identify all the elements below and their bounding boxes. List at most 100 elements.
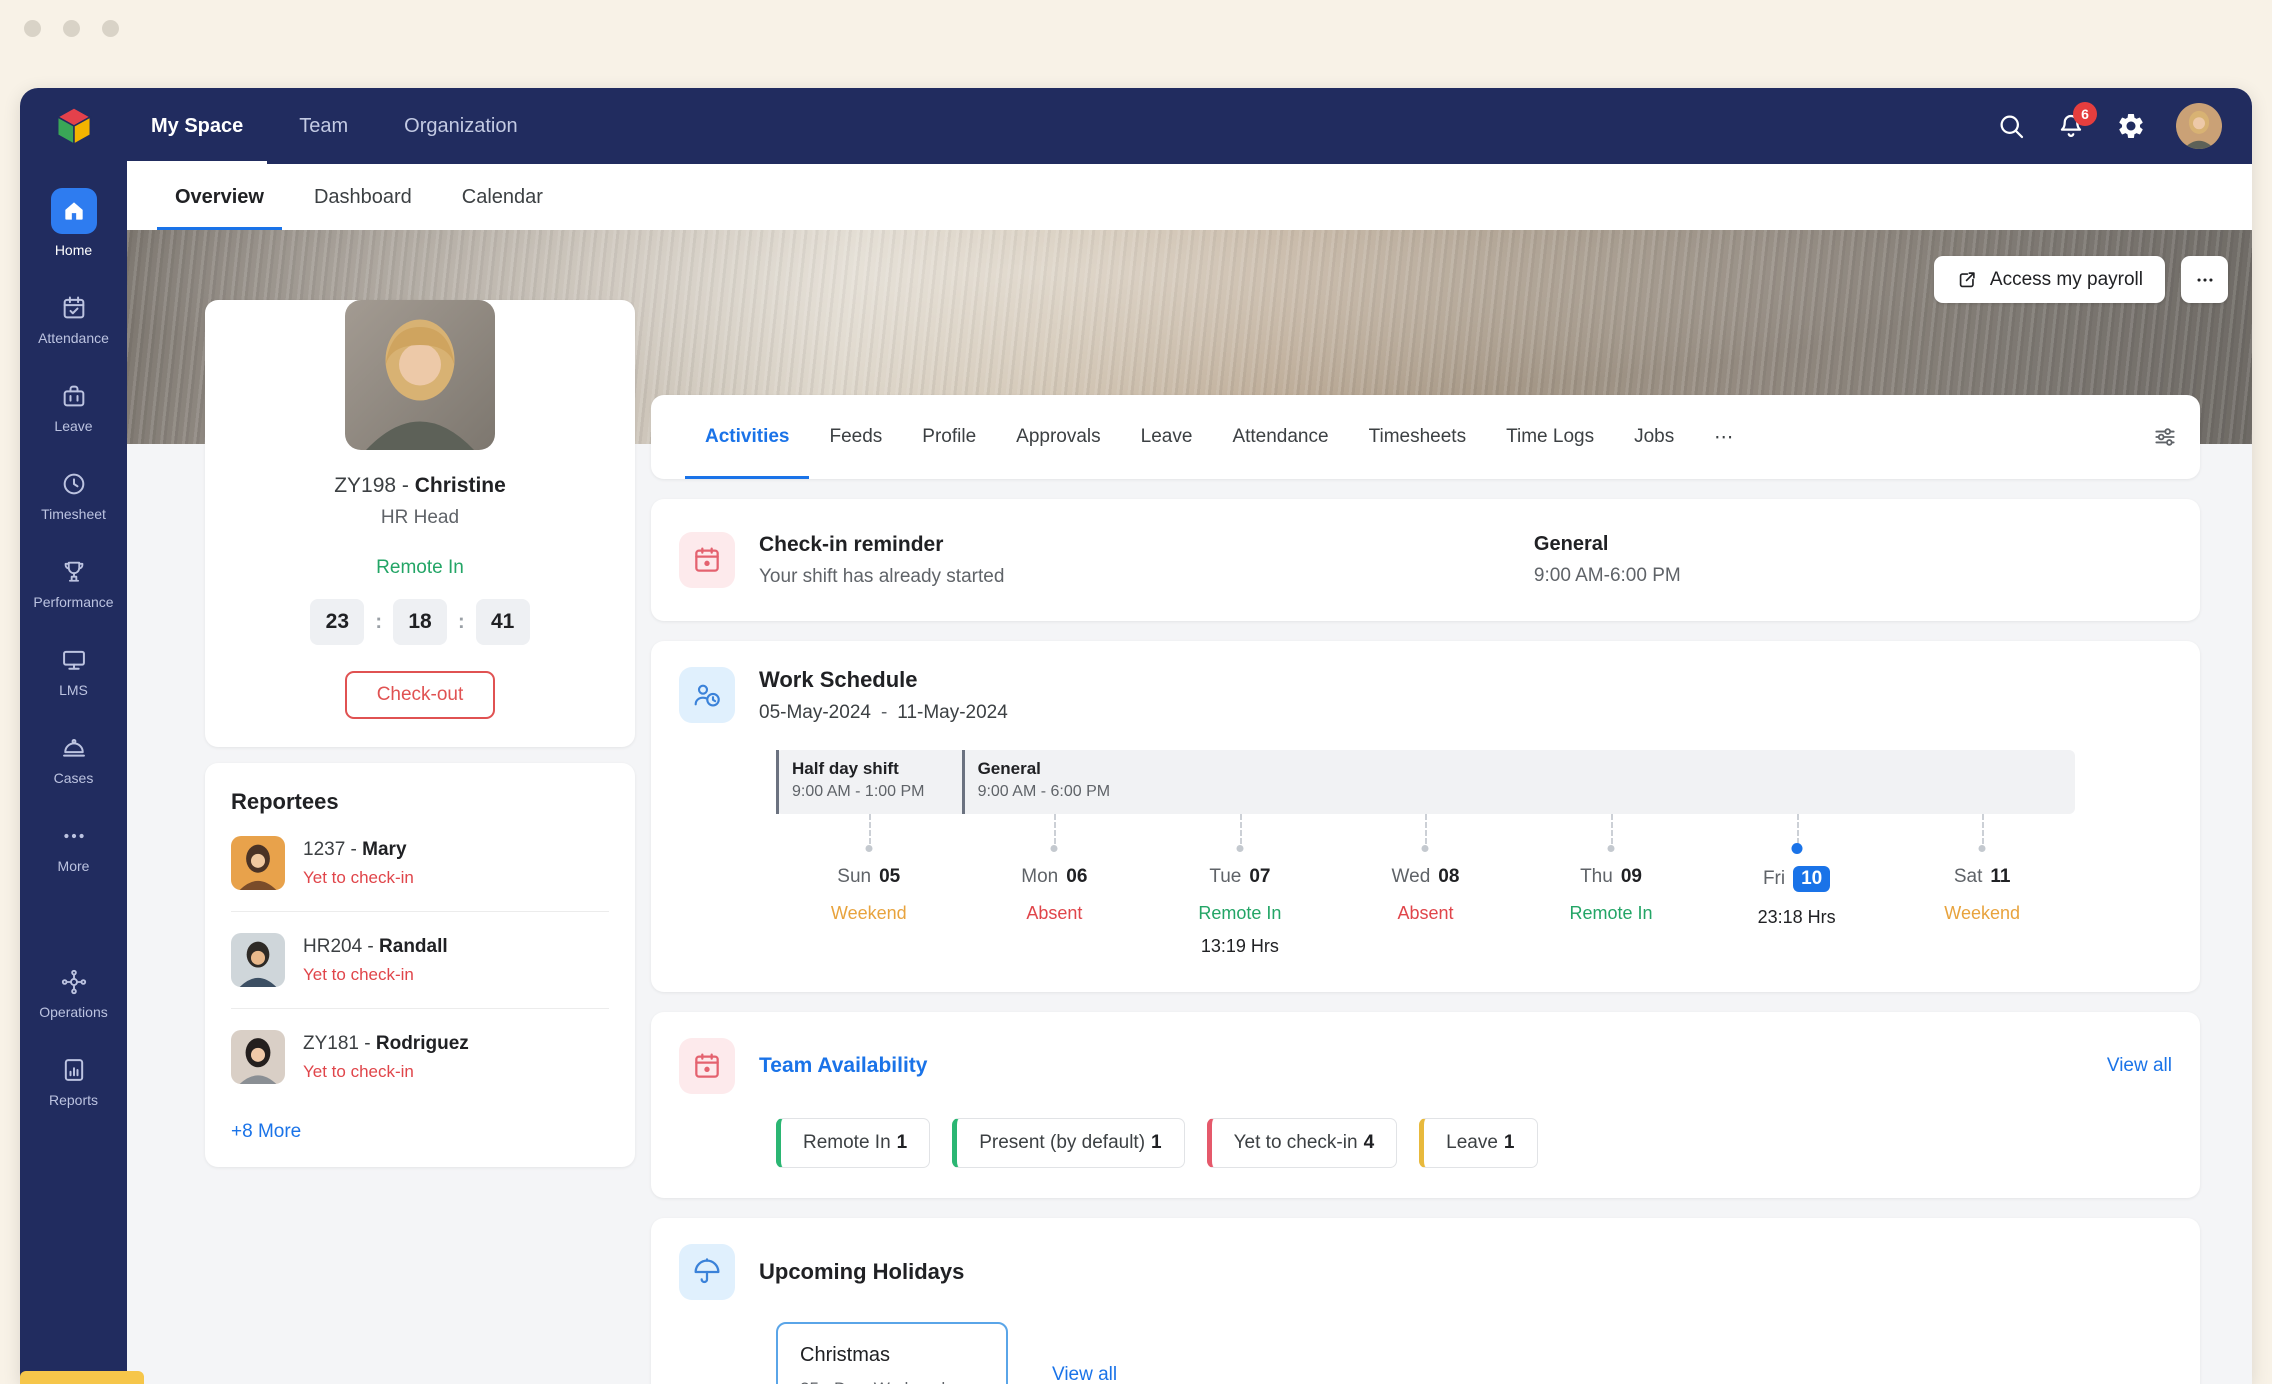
tab-calendar[interactable]: Calendar (444, 164, 561, 230)
shift-segment-time: 9:00 AM - 1:00 PM (792, 783, 925, 800)
sidebar-item-attendance[interactable]: Attendance (20, 294, 127, 346)
tab-label: Dashboard (313, 185, 412, 208)
notifications-bell-icon[interactable]: 6 (2056, 102, 2097, 141)
day-date: 06 (1066, 866, 1088, 887)
schedule-day-sat[interactable]: Sat 11 Weekend (1889, 814, 2075, 962)
shift-name: General (1533, 533, 1609, 555)
banner-more-button[interactable] (2181, 256, 2228, 303)
sidebar-item-performance[interactable]: Performance (20, 558, 127, 610)
tab-feeds[interactable]: Feeds (809, 395, 902, 479)
chip-count: 1 (1151, 1132, 1162, 1153)
reportee-avatar (231, 933, 285, 987)
tab-profile[interactable]: Profile (902, 395, 996, 479)
sidebar-item-label: Attendance (38, 330, 109, 346)
sidebar-item-lms[interactable]: LMS (20, 646, 127, 698)
tab-time-logs[interactable]: Time Logs (1486, 395, 1614, 479)
tab-team[interactable]: Team (275, 88, 372, 164)
day-name: Tue (1209, 866, 1242, 887)
tabs-overflow-button[interactable]: ⋯ (1694, 395, 1753, 479)
chip-label: Present (by default) (979, 1132, 1146, 1153)
tab-label: Attendance (1232, 426, 1329, 447)
reportee-status: Yet to check-in (303, 964, 414, 984)
sidebar: Home Attendance Leave Timesheet Performa… (20, 164, 127, 1384)
tab-jobs[interactable]: Jobs (1614, 395, 1694, 479)
reportee-row[interactable]: ZY181 - Rodriguez Yet to check-in (231, 1009, 609, 1105)
reportee-name: Mary (362, 838, 407, 860)
sidebar-item-more[interactable]: More (20, 822, 127, 874)
settings-gear-icon[interactable] (2116, 111, 2146, 141)
schedule-day-wed[interactable]: Wed 08 Absent (1333, 814, 1519, 962)
sidebar-item-timesheet[interactable]: Timesheet (20, 470, 127, 522)
shift-segment-name: General (977, 759, 1041, 778)
sidebar-item-reports[interactable]: Reports (20, 1056, 127, 1108)
reportee-row[interactable]: HR204 - Randall Yet to check-in (231, 912, 609, 1009)
sidebar-item-label: Cases (53, 770, 94, 786)
tab-label: Overview (175, 185, 264, 208)
schedule-day-sun[interactable]: Sun 05 Weekend (776, 814, 962, 962)
reportee-id: ZY181 - (303, 1032, 376, 1054)
chip-leave[interactable]: Leave 1 (1419, 1118, 1538, 1168)
top-navigation-bar: My Space Team Organization 6 (20, 88, 2252, 164)
timeline-dash (1796, 814, 1799, 844)
shift-segment[interactable]: Half day shift 9:00 AM - 1:00 PM (776, 750, 962, 814)
tab-label: Feeds (829, 426, 883, 447)
sidebar-item-home[interactable]: Home (20, 188, 127, 258)
chip-remote-in[interactable]: Remote In 1 (776, 1118, 931, 1168)
timeline-dot (1978, 845, 1986, 852)
holiday-card-christmas[interactable]: Christmas 25 - Dec, Wednesday (776, 1322, 1008, 1384)
reportee-row[interactable]: 1237 - Mary Yet to check-in (231, 815, 609, 912)
window-control-dot[interactable] (24, 20, 41, 37)
reportees-more-link[interactable]: +8 More (231, 1121, 301, 1143)
home-icon (50, 188, 97, 234)
reportee-avatar (231, 836, 285, 890)
sidebar-item-label: More (57, 858, 90, 874)
sidebar-item-label: LMS (59, 682, 88, 698)
day-date: 07 (1249, 866, 1271, 887)
chip-yet-to-check-in[interactable]: Yet to check-in 4 (1206, 1118, 1398, 1168)
search-icon[interactable] (1996, 111, 2026, 141)
tab-approvals[interactable]: Approvals (996, 395, 1121, 479)
sidebar-item-cases[interactable]: Cases (20, 734, 127, 786)
schedule-day-fri-today[interactable]: Fri 10 23:18 Hrs (1704, 814, 1890, 962)
tab-overview[interactable]: Overview (157, 164, 282, 230)
profile-card: ZY198 - Christine HR Head Remote In 23 :… (205, 300, 635, 747)
sidebar-item-label: Timesheet (41, 506, 106, 522)
shift-segment-name: Half day shift (792, 759, 899, 778)
team-availability-card: Team Availability View all Remote In 1 P… (651, 1012, 2200, 1198)
holidays-view-all-link[interactable]: View all (1052, 1364, 1117, 1384)
tab-leave[interactable]: Leave (1121, 395, 1213, 479)
tab-timesheets[interactable]: Timesheets (1349, 395, 1487, 479)
tab-attendance[interactable]: Attendance (1212, 395, 1348, 479)
sidebar-item-operations[interactable]: Operations (20, 968, 127, 1020)
employee-id: ZY198 - (334, 474, 415, 497)
check-out-button[interactable]: Check-out (344, 671, 496, 719)
schedule-day-mon[interactable]: Mon 06 Absent (962, 814, 1148, 962)
schedule-day-thu[interactable]: Thu 09 Remote In (1518, 814, 1704, 962)
filter-sliders-icon[interactable] (2142, 414, 2188, 460)
performance-icon (60, 558, 88, 586)
tab-activities[interactable]: Activities (685, 395, 810, 479)
app-logo[interactable] (20, 88, 127, 164)
day-date: 11 (1990, 866, 2011, 887)
tab-my-space[interactable]: My Space (127, 88, 268, 164)
schedule-day-tue[interactable]: Tue 07 Remote In 13:19 Hrs (1147, 814, 1333, 962)
notification-count-badge: 6 (2073, 102, 2097, 126)
reportee-id: HR204 - (303, 935, 380, 957)
tab-organization[interactable]: Organization (380, 88, 541, 164)
window-control-dot[interactable] (102, 20, 119, 37)
window-control-dot[interactable] (63, 20, 80, 37)
access-payroll-button[interactable]: Access my payroll (1933, 256, 2165, 303)
tab-label: Activities (705, 426, 790, 447)
sidebar-item-leave[interactable]: Leave (20, 382, 127, 434)
shift-segment[interactable]: General 9:00 AM - 6:00 PM (961, 750, 2075, 814)
employee-name: ZY198 - Christine (229, 474, 611, 498)
day-status: Weekend (830, 903, 907, 923)
tab-dashboard[interactable]: Dashboard (296, 164, 430, 230)
chip-present-by-default[interactable]: Present (by default) 1 (952, 1118, 1185, 1168)
banner-actions: Access my payroll (1933, 256, 2228, 303)
user-avatar[interactable] (2176, 103, 2222, 149)
holiday-name: Christmas (800, 1344, 891, 1366)
team-availability-view-all-link[interactable]: View all (2107, 1055, 2172, 1077)
timeline-dash (1982, 814, 1985, 844)
more-ellipsis-icon (60, 822, 88, 850)
